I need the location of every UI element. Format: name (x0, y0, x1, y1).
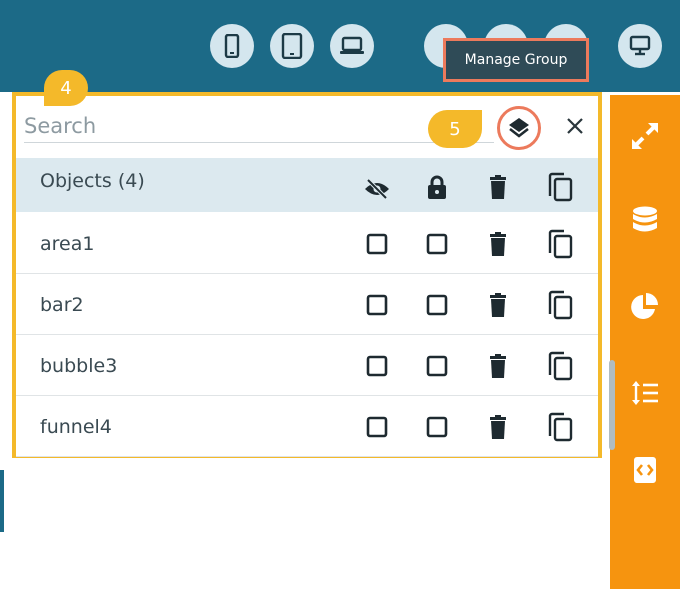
checkbox-icon (366, 416, 388, 438)
object-row[interactable]: bar2 (16, 274, 598, 335)
copy-object-button[interactable] (545, 412, 575, 442)
object-name: area1 (40, 233, 95, 255)
line-height-button[interactable] (630, 378, 660, 408)
copy-icon (548, 412, 573, 442)
checkbox-icon (426, 416, 448, 438)
visibility-checkbox[interactable] (362, 412, 392, 442)
panel-scrollbar[interactable] (609, 360, 615, 450)
expand-icon (632, 123, 658, 149)
desktop-icon (629, 35, 651, 56)
trash-icon (490, 293, 506, 317)
delete-object-button[interactable] (483, 412, 513, 442)
object-name: bubble3 (40, 355, 118, 377)
delete-object-button[interactable] (483, 290, 513, 320)
checkbox-icon (426, 233, 448, 255)
laptop-icon (340, 36, 364, 54)
checkbox-icon (426, 355, 448, 377)
delete-object-button[interactable] (483, 351, 513, 381)
lock-checkbox[interactable] (422, 412, 452, 442)
lock-checkbox[interactable] (422, 351, 452, 381)
layers-icon (509, 118, 529, 138)
checkbox-icon (366, 294, 388, 316)
visibility-checkbox[interactable] (362, 229, 392, 259)
trash-icon (490, 175, 506, 199)
delete-object-button[interactable] (483, 229, 513, 259)
mobile-view-button[interactable] (210, 24, 254, 68)
tablet-icon (281, 33, 303, 59)
copy-object-button[interactable] (545, 290, 575, 320)
lock-checkbox[interactable] (422, 290, 452, 320)
object-row[interactable]: area1 (16, 213, 598, 274)
close-panel-button[interactable] (561, 112, 589, 140)
copy-icon (548, 172, 573, 202)
top-toolbar: Manage Group (0, 0, 680, 92)
trash-icon (490, 232, 506, 256)
objects-header-row: Objects (4) (16, 158, 598, 212)
lock-icon (428, 175, 446, 199)
layers-button[interactable] (497, 106, 541, 150)
search-input[interactable]: Search (24, 110, 494, 143)
code-button[interactable] (630, 455, 660, 485)
eye-slash-icon (365, 178, 389, 200)
object-row[interactable]: bubble3 (16, 335, 598, 396)
visibility-checkbox[interactable] (362, 290, 392, 320)
pie-chart-button[interactable] (630, 292, 660, 322)
delete-all-button[interactable] (483, 172, 513, 202)
copy-icon (548, 229, 573, 259)
object-name: bar2 (40, 294, 84, 316)
code-icon (634, 457, 656, 483)
copy-object-button[interactable] (545, 351, 575, 381)
toggle-all-lock[interactable] (422, 172, 452, 202)
mobile-portrait-icon (224, 34, 240, 58)
copy-icon (548, 351, 573, 381)
database-button[interactable] (630, 205, 660, 235)
close-icon (567, 118, 583, 134)
step-badge-4: 4 (44, 70, 88, 106)
copy-all-button[interactable] (545, 172, 575, 202)
desktop-view-button[interactable] (618, 24, 662, 68)
expand-button[interactable] (630, 121, 660, 151)
line-height-icon (632, 381, 658, 405)
objects-count-label: Objects (4) (40, 170, 145, 192)
lock-checkbox[interactable] (422, 229, 452, 259)
copy-object-button[interactable] (545, 229, 575, 259)
copy-icon (548, 290, 573, 320)
database-icon (633, 206, 657, 232)
checkbox-icon (366, 355, 388, 377)
object-row[interactable]: funnel4 (16, 396, 598, 457)
checkbox-icon (366, 233, 388, 255)
canvas-left-edge-marker (0, 470, 4, 532)
object-name: funnel4 (40, 416, 112, 438)
step-badge-5: 5 (428, 110, 482, 148)
trash-icon (490, 415, 506, 439)
manage-group-tooltip: Manage Group (443, 38, 589, 82)
toggle-all-visibility[interactable] (362, 174, 392, 204)
tablet-view-button[interactable] (270, 24, 314, 68)
checkbox-icon (426, 294, 448, 316)
trash-icon (490, 354, 506, 378)
pie-chart-icon (631, 293, 658, 319)
laptop-view-button[interactable] (330, 24, 374, 68)
right-sidebar (610, 95, 680, 589)
canvas-left-edge (0, 92, 11, 589)
visibility-checkbox[interactable] (362, 351, 392, 381)
